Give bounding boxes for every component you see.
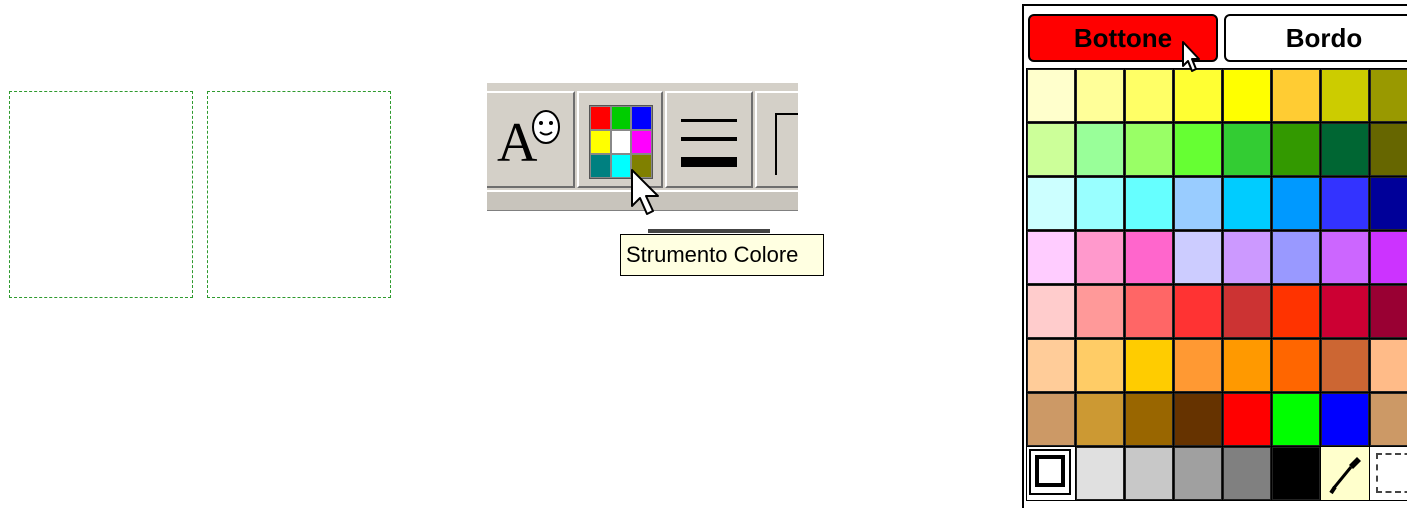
color-swatch[interactable]: [1174, 231, 1222, 284]
color-swatch[interactable]: [1272, 231, 1320, 284]
color-swatch[interactable]: [1321, 393, 1369, 446]
color-swatch[interactable]: [1174, 177, 1222, 230]
color-swatch[interactable]: [1370, 231, 1407, 284]
color-swatch[interactable]: [1027, 393, 1075, 446]
color-swatch[interactable]: [1076, 231, 1124, 284]
color-swatch[interactable]: [1174, 69, 1222, 122]
dashed-selection-box[interactable]: [207, 91, 391, 298]
color-swatch-grid: [1026, 68, 1407, 501]
color-swatch[interactable]: [1076, 69, 1124, 122]
color-swatch[interactable]: [1321, 69, 1369, 122]
color-swatch[interactable]: [1076, 123, 1124, 176]
color-swatch[interactable]: [1125, 69, 1173, 122]
gray-swatch[interactable]: [1223, 447, 1271, 500]
color-swatch[interactable]: [1125, 393, 1173, 446]
color-swatch[interactable]: [1272, 123, 1320, 176]
color-swatch[interactable]: [1223, 393, 1271, 446]
gray-swatch[interactable]: [1125, 447, 1173, 500]
gray-swatch[interactable]: [1174, 447, 1222, 500]
color-swatch[interactable]: [1076, 177, 1124, 230]
rectangle-icon: [775, 113, 798, 175]
mini-palette-cell: [631, 106, 652, 130]
color-swatch[interactable]: [1321, 339, 1369, 392]
color-swatch[interactable]: [1027, 69, 1075, 122]
mouse-pointer-icon: [631, 169, 659, 215]
text-tool-button[interactable]: A: [487, 91, 575, 188]
color-swatch[interactable]: [1370, 339, 1407, 392]
mini-palette-cell: [590, 130, 611, 154]
color-swatch[interactable]: [1076, 393, 1124, 446]
tooltip: Strumento Colore: [620, 234, 824, 276]
dashed-selection-box[interactable]: [9, 91, 193, 298]
color-swatch[interactable]: [1321, 177, 1369, 230]
color-swatch[interactable]: [1125, 285, 1173, 338]
mouse-pointer-icon: [1182, 41, 1200, 72]
eyedropper-icon[interactable]: [1321, 447, 1369, 500]
color-swatch[interactable]: [1223, 177, 1271, 230]
tooltip-shadow: [648, 229, 770, 233]
color-swatch[interactable]: [1174, 393, 1222, 446]
color-swatch[interactable]: [1272, 177, 1320, 230]
gray-swatch[interactable]: [1076, 447, 1124, 500]
shape-tool-button[interactable]: [755, 91, 798, 188]
tab-bordo[interactable]: Bordo: [1224, 14, 1407, 62]
color-swatch[interactable]: [1027, 339, 1075, 392]
color-swatch[interactable]: [1174, 285, 1222, 338]
no-fill-icon[interactable]: [1027, 447, 1075, 500]
color-swatch[interactable]: [1174, 339, 1222, 392]
color-swatch[interactable]: [1125, 177, 1173, 230]
smiley-face-icon: [532, 110, 560, 144]
color-swatch[interactable]: [1027, 177, 1075, 230]
color-swatch[interactable]: [1223, 69, 1271, 122]
thin-line-icon: [681, 119, 737, 122]
medium-line-icon: [681, 137, 737, 141]
color-swatch[interactable]: [1272, 393, 1320, 446]
color-swatch[interactable]: [1125, 231, 1173, 284]
transparent-icon[interactable]: [1370, 447, 1407, 500]
color-swatch[interactable]: [1174, 123, 1222, 176]
color-swatch[interactable]: [1223, 123, 1271, 176]
color-swatch[interactable]: [1272, 339, 1320, 392]
color-swatch[interactable]: [1076, 339, 1124, 392]
color-swatch[interactable]: [1027, 231, 1075, 284]
color-swatch[interactable]: [1125, 339, 1173, 392]
color-swatch[interactable]: [1272, 285, 1320, 338]
color-swatch[interactable]: [1125, 123, 1173, 176]
color-swatch[interactable]: [1370, 69, 1407, 122]
color-swatch[interactable]: [1370, 285, 1407, 338]
color-panel: Bottone Bordo: [1022, 4, 1407, 508]
line-width-tool-button[interactable]: [665, 91, 753, 188]
color-swatch[interactable]: [1272, 69, 1320, 122]
color-swatch[interactable]: [1076, 285, 1124, 338]
thick-line-icon: [681, 157, 737, 167]
mini-palette-cell: [631, 130, 652, 154]
color-swatch[interactable]: [1223, 339, 1271, 392]
color-swatch[interactable]: [1027, 285, 1075, 338]
color-swatch[interactable]: [1027, 123, 1075, 176]
color-swatch[interactable]: [1223, 285, 1271, 338]
mini-palette-cell: [590, 106, 611, 130]
color-swatch[interactable]: [1223, 231, 1271, 284]
gray-swatch[interactable]: [1272, 447, 1320, 500]
mini-palette-cell: [590, 154, 611, 178]
color-swatch[interactable]: [1370, 393, 1407, 446]
color-swatch[interactable]: [1370, 123, 1407, 176]
color-swatch[interactable]: [1321, 285, 1369, 338]
color-swatch[interactable]: [1321, 231, 1369, 284]
mini-palette-cell: [610, 130, 632, 154]
color-swatch[interactable]: [1370, 177, 1407, 230]
mini-palette-cell: [610, 106, 632, 130]
color-swatch[interactable]: [1321, 123, 1369, 176]
